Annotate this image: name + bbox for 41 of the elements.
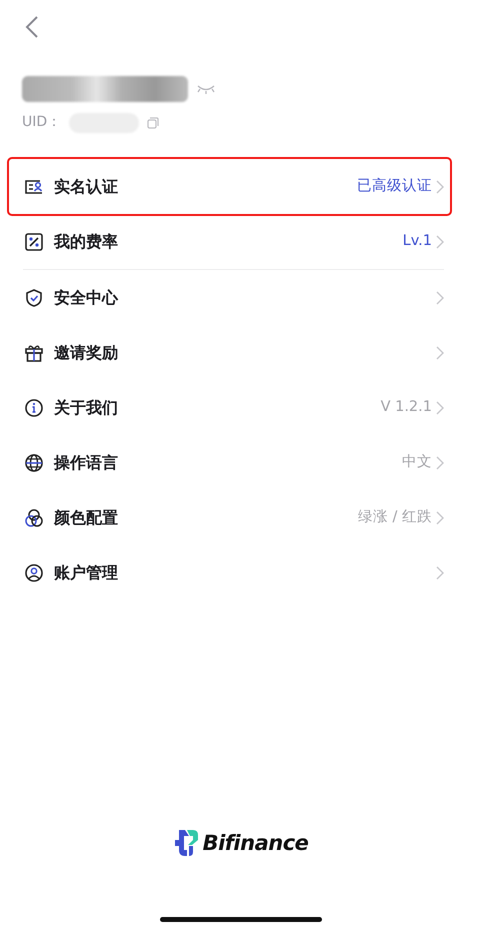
eye-closed-icon[interactable] bbox=[196, 84, 216, 94]
menu-row[interactable]: 账户管理 bbox=[23, 545, 444, 600]
menu-value: 中文 bbox=[402, 452, 432, 472]
gift-icon bbox=[24, 342, 44, 362]
menu-label: 操作语言 bbox=[54, 452, 118, 474]
menu-label: 账户管理 bbox=[54, 562, 118, 584]
menu-value: V 1.2.1 bbox=[380, 398, 432, 417]
uid-label: UID： bbox=[22, 113, 62, 132]
menu-label: 关于我们 bbox=[54, 396, 118, 418]
menu-row[interactable]: 颜色配置 绿涨 / 红跌 bbox=[23, 490, 444, 545]
menu-row[interactable]: 关于我们 V 1.2.1 bbox=[23, 380, 444, 435]
menu-row[interactable]: 安全中心 bbox=[23, 270, 444, 325]
brand-logo-icon bbox=[172, 828, 199, 858]
menu-row[interactable]: 我的费率 Lv.1 bbox=[23, 214, 444, 269]
chevron-right-icon bbox=[436, 510, 444, 524]
chevron-right-icon bbox=[436, 346, 444, 360]
menu-value: Lv.1 bbox=[402, 232, 432, 251]
circles-icon bbox=[24, 508, 44, 528]
chevron-right-icon bbox=[436, 566, 444, 580]
highlighted-menu-row[interactable]: 实名认证 已高级认证 bbox=[9, 159, 450, 214]
globe-icon bbox=[24, 452, 44, 472]
menu-label: 邀请奖励 bbox=[54, 342, 118, 364]
percent-icon bbox=[24, 232, 44, 252]
shield-icon bbox=[24, 288, 44, 308]
info-icon bbox=[24, 398, 44, 418]
brand-name: Bifinance bbox=[202, 830, 308, 856]
menu-label: 实名认证 bbox=[54, 176, 118, 198]
chevron-right-icon bbox=[436, 180, 444, 194]
menu-row[interactable]: 操作语言 中文 bbox=[23, 435, 444, 490]
menu-row[interactable]: 邀请奖励 bbox=[23, 325, 444, 380]
menu-label: 颜色配置 bbox=[54, 506, 118, 528]
menu-value: 已高级认证 bbox=[357, 176, 432, 196]
chevron-right-icon bbox=[436, 234, 444, 248]
menu-label: 安全中心 bbox=[54, 286, 118, 308]
user-circle-icon bbox=[24, 562, 44, 582]
chevron-right-icon bbox=[436, 456, 444, 470]
chevron-right-icon bbox=[436, 290, 444, 304]
copy-icon[interactable] bbox=[147, 116, 160, 128]
chevron-right-icon bbox=[436, 400, 444, 414]
menu-label: 我的费率 bbox=[54, 230, 118, 252]
menu-value: 绿涨 / 红跌 bbox=[358, 508, 432, 527]
